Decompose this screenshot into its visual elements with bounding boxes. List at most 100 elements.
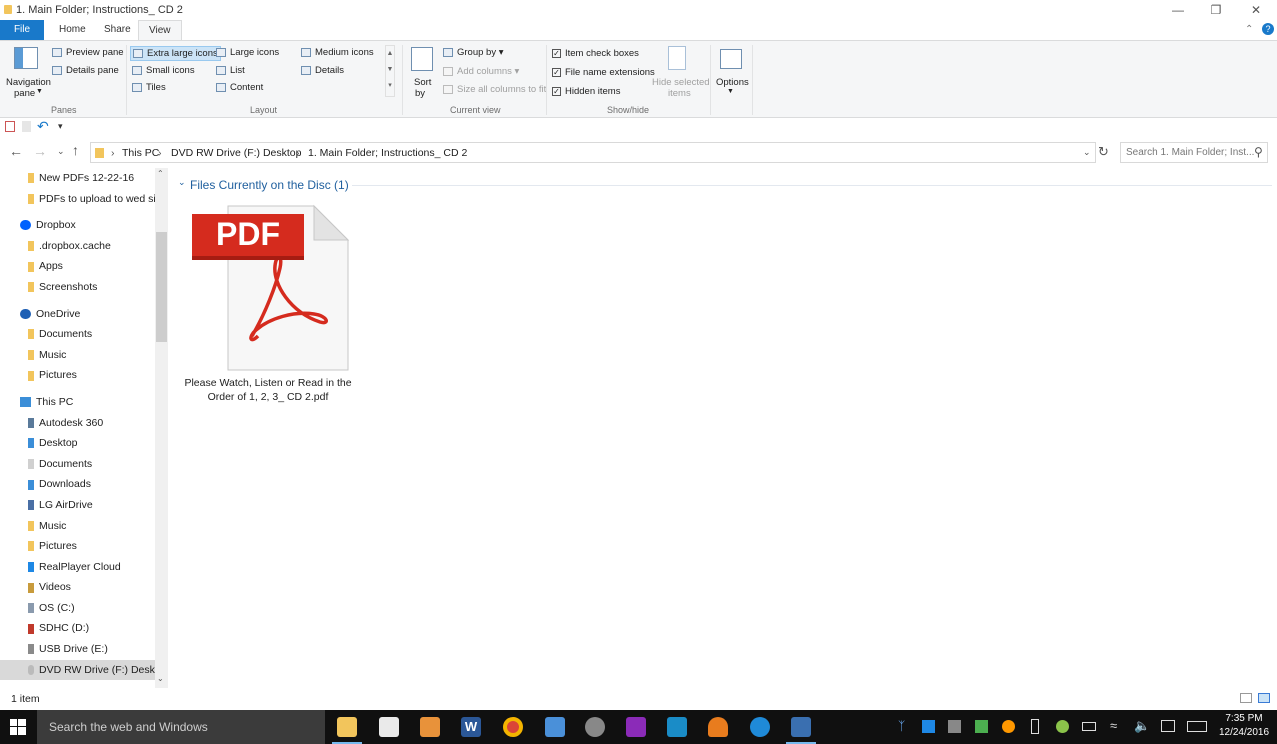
sidebar-item-downloads[interactable]: Downloads: [0, 474, 168, 495]
tab-home[interactable]: Home: [49, 20, 96, 40]
restore-button[interactable]: ❐: [1196, 0, 1236, 20]
tab-file[interactable]: File: [0, 20, 44, 40]
tab-share[interactable]: Share: [94, 20, 141, 40]
keyboard-icon[interactable]: [1187, 721, 1207, 732]
clock-date[interactable]: 12/24/2016: [1216, 727, 1272, 738]
word-icon[interactable]: W: [461, 717, 481, 737]
settings-gear-icon[interactable]: [791, 717, 811, 737]
back-icon[interactable]: ←: [9, 143, 23, 159]
new-folder-icon[interactable]: [22, 121, 31, 132]
address-bar[interactable]: › This PC › DVD RW Drive (F:) Desktop › …: [90, 142, 1096, 163]
bluetooth-icon[interactable]: ᛉ: [898, 719, 905, 733]
layout-details[interactable]: Details: [301, 65, 344, 76]
sidebar-item-this-pc[interactable]: This PC: [0, 392, 168, 413]
sidebar-item-music[interactable]: Music: [0, 516, 168, 537]
sidebar-item-documents[interactable]: Documents: [0, 324, 168, 345]
navigation-pane-button[interactable]: Navigation: [6, 77, 51, 88]
internet-explorer-icon[interactable]: [750, 717, 770, 737]
tray-app-icon[interactable]: [975, 720, 988, 733]
sidebar-item-screenshots[interactable]: Screenshots: [0, 277, 168, 298]
clock-time[interactable]: 7:35 PM: [1216, 713, 1272, 724]
tray-app-icon[interactable]: [1056, 720, 1069, 733]
sidebar-item-pictures[interactable]: Pictures: [0, 365, 168, 386]
sidebar-item-desktop[interactable]: Desktop: [0, 433, 168, 454]
layout-medium-icons[interactable]: Medium icons: [301, 47, 374, 58]
navigation-pane-icon[interactable]: [14, 47, 38, 69]
film-reel-icon[interactable]: [585, 717, 605, 737]
tray-app-icon[interactable]: [948, 720, 961, 733]
refresh-icon[interactable]: ↻: [1098, 144, 1109, 160]
app-icon[interactable]: [626, 717, 646, 737]
help-icon[interactable]: ?: [1262, 23, 1274, 35]
file-name-extensions-checkbox[interactable]: ✓ File name extensions: [552, 67, 655, 78]
store-icon[interactable]: [379, 717, 399, 737]
usb-eject-icon[interactable]: [1031, 719, 1039, 734]
recent-locations-icon[interactable]: ⌄: [57, 146, 65, 157]
scroll-thumb[interactable]: [156, 232, 167, 342]
scroll-up-icon[interactable]: ⌃: [157, 169, 164, 178]
volume-icon[interactable]: 🔈: [1134, 718, 1150, 734]
details-view-icon[interactable]: [1240, 693, 1252, 703]
up-icon[interactable]: ↑: [72, 142, 79, 158]
sort-icon[interactable]: [411, 47, 433, 71]
sidebar-item-dropbox[interactable]: Dropbox: [0, 215, 168, 236]
layout-tiles[interactable]: Tiles: [132, 82, 166, 93]
app-icon[interactable]: [667, 717, 687, 737]
layout-extra-large-icons[interactable]: Extra large icons: [130, 46, 221, 61]
app-icon[interactable]: [708, 717, 728, 737]
sidebar-item-lg-airdrive[interactable]: LG AirDrive: [0, 495, 168, 516]
add-columns-button[interactable]: Add columns ▾: [443, 66, 519, 77]
layout-small-icons[interactable]: Small icons: [132, 65, 195, 76]
sidebar-item-os-c[interactable]: OS (C:): [0, 598, 168, 619]
sidebar-item-autodesk-360[interactable]: Autodesk 360: [0, 413, 168, 434]
sidebar-item-onedrive[interactable]: OneDrive: [0, 304, 168, 325]
properties-icon[interactable]: [5, 121, 15, 132]
windows-start-icon[interactable]: [10, 719, 26, 735]
undo-icon[interactable]: ↶: [37, 118, 49, 135]
sidebar-item-dvd-rw-drive-f-deskto[interactable]: DVD RW Drive (F:) Deskto: [0, 659, 168, 681]
address-dropdown-icon[interactable]: ⌄: [1083, 147, 1091, 158]
search-box[interactable]: Search 1. Main Folder; Inst... ⚲: [1120, 142, 1268, 163]
app-icon[interactable]: [545, 717, 565, 737]
sidebar-item-realplayer-cloud[interactable]: RealPlayer Cloud: [0, 557, 168, 578]
file-item-pdf[interactable]: PDF Please Watch, Listen or Read in the …: [184, 204, 360, 404]
hidden-items-checkbox[interactable]: ✓ Hidden items: [552, 86, 620, 97]
hide-selected-button[interactable]: Hide selected: [652, 77, 710, 88]
details-pane-button[interactable]: Details pane: [52, 65, 119, 76]
taskbar-search-input[interactable]: Search the web and Windows: [49, 720, 208, 734]
sidebar-item-sdhc-d[interactable]: SDHC (D:): [0, 618, 168, 639]
chrome-icon[interactable]: [503, 717, 523, 737]
sidebar-item-videos[interactable]: Videos: [0, 577, 168, 598]
layout-scroll[interactable]: ▲ ▼ ▾: [385, 45, 395, 97]
tray-app-icon[interactable]: [1002, 720, 1015, 733]
collapse-group-icon[interactable]: ⌄: [178, 177, 186, 188]
breadcrumb-this-pc[interactable]: This PC: [122, 147, 159, 159]
action-center-icon[interactable]: [1161, 720, 1175, 732]
scroll-down-icon[interactable]: ⌄: [157, 674, 164, 683]
large-icons-view-icon[interactable]: [1258, 693, 1270, 703]
minimize-button[interactable]: —: [1158, 0, 1198, 20]
options-icon[interactable]: [720, 49, 742, 69]
layout-list[interactable]: List: [216, 65, 245, 76]
hide-selected-icon[interactable]: [668, 46, 686, 70]
sidebar-item-new-pdfs-12-22-16[interactable]: New PDFs 12-22-16: [0, 168, 168, 189]
close-button[interactable]: ✕: [1236, 0, 1276, 20]
sidebar-item-apps[interactable]: Apps: [0, 256, 168, 277]
file-name-label[interactable]: Please Watch, Listen or Read in the Orde…: [170, 376, 366, 404]
group-header[interactable]: Files Currently on the Disc (1): [190, 178, 349, 192]
sidebar-item-documents[interactable]: Documents: [0, 454, 168, 475]
sidebar-item-dropbox-cache[interactable]: .dropbox.cache: [0, 236, 168, 257]
sidebar-item-music[interactable]: Music: [0, 345, 168, 366]
tray-app-icon[interactable]: [922, 720, 935, 733]
wifi-icon[interactable]: ≈: [1110, 718, 1117, 733]
group-by-button[interactable]: Group by ▾: [443, 47, 504, 58]
sidebar-item-usb-drive-e[interactable]: USB Drive (E:): [0, 639, 168, 660]
customize-qat-icon[interactable]: ▾: [58, 121, 63, 132]
collapse-ribbon-icon[interactable]: ⌃: [1245, 24, 1253, 35]
item-check-boxes-checkbox[interactable]: ✓ Item check boxes: [552, 48, 639, 59]
breadcrumb-current-folder[interactable]: 1. Main Folder; Instructions_ CD 2: [308, 147, 467, 159]
sidebar-item-pictures[interactable]: Pictures: [0, 536, 168, 557]
layout-large-icons[interactable]: Large icons: [216, 47, 279, 58]
forward-icon[interactable]: →: [33, 143, 47, 159]
search-icon[interactable]: ⚲: [1254, 145, 1263, 159]
